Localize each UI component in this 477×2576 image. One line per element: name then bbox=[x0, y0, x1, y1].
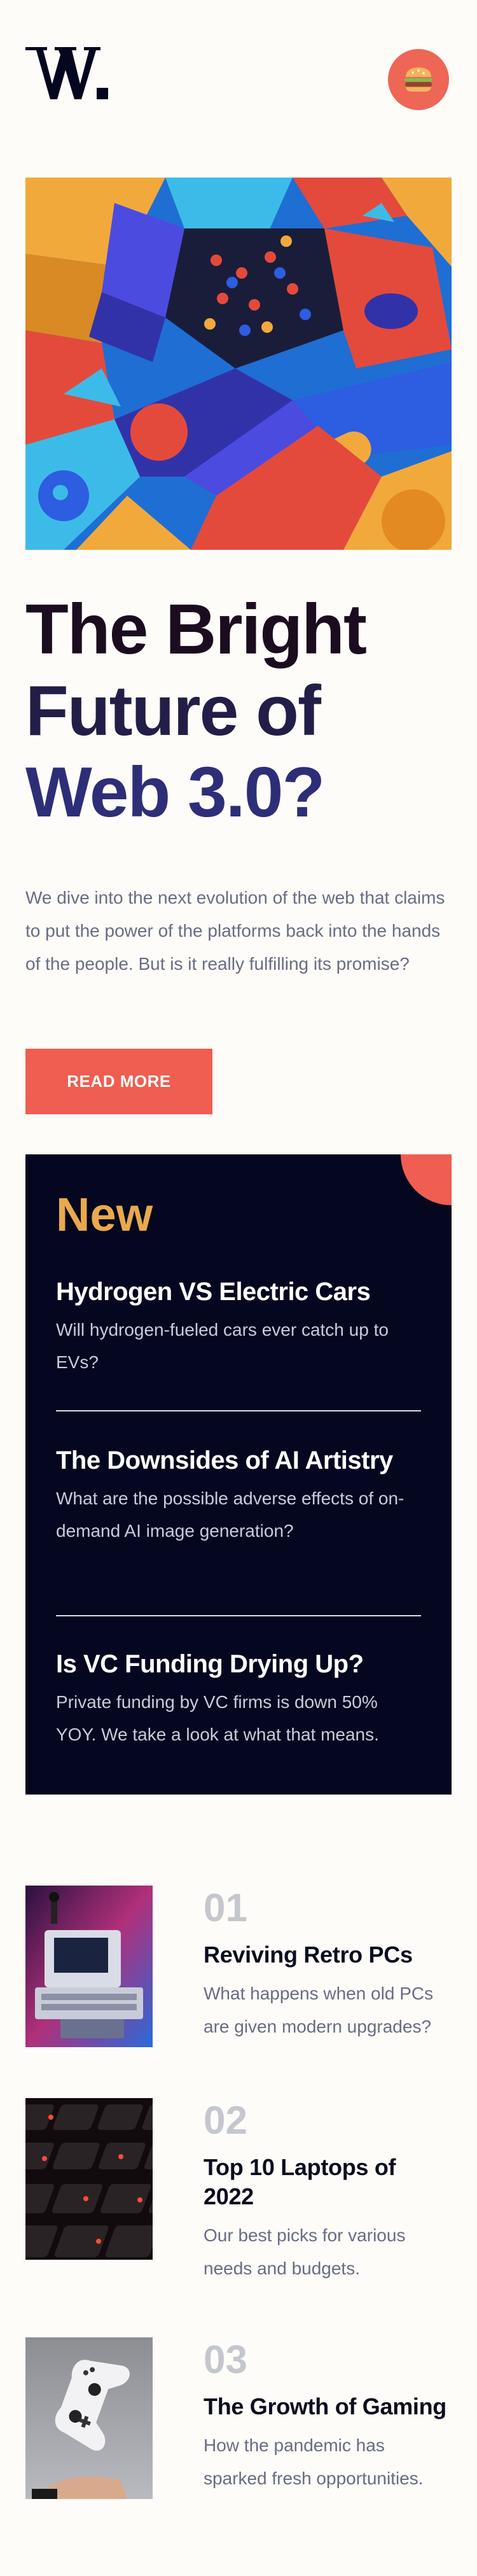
new-item-title[interactable]: Hydrogen VS Electric Cars bbox=[56, 1275, 421, 1308]
list-item-text: 03 The Growth of Gaming How the pandemic… bbox=[204, 2337, 452, 2495]
item-description: What happens when old PCs are given mode… bbox=[204, 1984, 434, 2036]
hero-title: The Bright Future of Web 3.0? bbox=[25, 589, 458, 833]
burger-icon bbox=[404, 67, 432, 92]
item-description: How the pandemic has sparked fresh oppor… bbox=[204, 2435, 424, 2488]
new-item-text: Private funding by VC firms is down 50% … bbox=[56, 1692, 379, 1744]
new-item-title[interactable]: The Downsides of AI Artistry bbox=[56, 1444, 421, 1477]
new-item-text: What are the possible adverse effects of… bbox=[56, 1488, 404, 1541]
new-item[interactable]: The Downsides of AI Artistry What are th… bbox=[56, 1444, 421, 1547]
hero-image bbox=[25, 178, 452, 550]
item-title[interactable]: Reviving Retro PCs bbox=[204, 1940, 452, 1970]
list-item-text: 02 Top 10 Laptops of 2022 Our best picks… bbox=[204, 2098, 452, 2285]
logo[interactable] bbox=[25, 45, 109, 102]
item-number: 01 bbox=[204, 1886, 247, 1930]
new-heading: New bbox=[56, 1188, 153, 1241]
menu-button[interactable] bbox=[388, 49, 449, 110]
divider bbox=[56, 1615, 421, 1616]
item-title[interactable]: Top 10 Laptops of 2022 bbox=[204, 2153, 452, 2211]
retro-pc-thumbnail[interactable] bbox=[25, 1886, 153, 2047]
item-number: 03 bbox=[204, 2338, 247, 2382]
new-item[interactable]: Hydrogen VS Electric Cars Will hydrogen-… bbox=[56, 1275, 421, 1378]
new-item-text: Will hydrogen-fueled cars ever catch up … bbox=[56, 1320, 389, 1372]
item-description: Our best picks for various needs and bud… bbox=[204, 2225, 406, 2278]
read-more-button[interactable]: Read more bbox=[25, 1049, 212, 1114]
gaming-controller-thumbnail[interactable] bbox=[25, 2337, 153, 2499]
laptop-keyboard-thumbnail[interactable] bbox=[25, 2098, 153, 2260]
hero-description: We dive into the next evolution of the w… bbox=[25, 888, 445, 974]
new-item-title[interactable]: Is VC Funding Drying Up? bbox=[56, 1648, 421, 1681]
new-panel: New Hydrogen VS Electric Cars Will hydro… bbox=[25, 1154, 452, 1795]
hero-title-line-3: Web 3.0? bbox=[25, 753, 325, 832]
corner-decoration bbox=[401, 1154, 452, 1205]
item-number: 02 bbox=[204, 2099, 247, 2143]
item-title[interactable]: The Growth of Gaming bbox=[204, 2392, 452, 2421]
hero-title-line-1: The Bright bbox=[25, 590, 367, 669]
new-item[interactable]: Is VC Funding Drying Up? Private funding… bbox=[56, 1648, 421, 1751]
list-item-text: 01 Reviving Retro PCs What happens when … bbox=[204, 1886, 452, 2043]
hero-title-line-2: Future of bbox=[25, 671, 321, 750]
divider bbox=[56, 1410, 421, 1411]
